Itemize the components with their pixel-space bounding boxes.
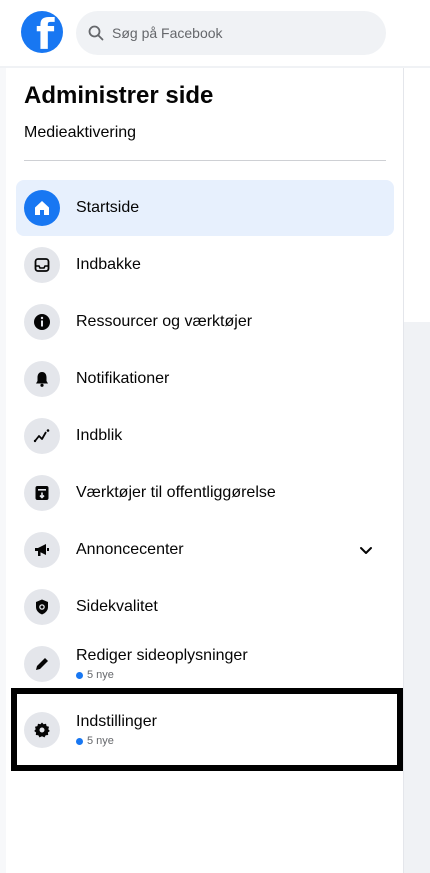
sidebar-item-indblik[interactable]: Indblik: [16, 408, 394, 464]
sidebar-item-label: Sidekvalitet: [76, 598, 158, 615]
info-icon: [24, 304, 60, 340]
main-content-gray: [403, 322, 430, 873]
top-bar: f Søg på Facebook: [0, 0, 430, 66]
separator: [24, 160, 386, 161]
left-edge: [0, 68, 6, 873]
shield-icon: [24, 589, 60, 625]
search-icon: [88, 25, 104, 41]
sidebar-item-rediger[interactable]: Rediger sideoplysninger 5 nye: [16, 636, 394, 692]
pencil-icon: [24, 646, 60, 682]
publishing-tools-icon: [24, 475, 60, 511]
highlight-box: [11, 688, 403, 771]
sidebar-item-annoncecenter[interactable]: Annoncecenter: [16, 522, 394, 578]
page-name[interactable]: Medieaktivering: [24, 124, 136, 142]
badge-text: 5 nye: [87, 669, 114, 681]
bell-icon: [24, 361, 60, 397]
sidebar-item-label: Notifikationer: [76, 370, 170, 387]
sidebar-item-vaerktoejer[interactable]: Værktøjer til offentliggørelse: [16, 465, 394, 521]
sidebar-item-label: Indblik: [76, 427, 123, 444]
sidebar-item-label: Indbakke: [76, 256, 141, 273]
sidebar-item-label: Værktøjer til offentliggørelse: [76, 484, 276, 501]
inbox-icon: [24, 247, 60, 283]
chevron-down-icon[interactable]: [356, 540, 376, 560]
sidebar-item-label: Rediger sideoplysninger: [76, 647, 248, 664]
sidebar-item-label: Annoncecenter: [76, 541, 184, 558]
insights-icon: [24, 418, 60, 454]
page-title: Administrer side: [24, 82, 214, 109]
sidebar-item-sidekvalitet[interactable]: Sidekvalitet: [16, 579, 394, 635]
sidebar-item-notifikationer[interactable]: Notifikationer: [16, 351, 394, 407]
sidebar-item-label: Ressourcer og værktøjer: [76, 313, 253, 330]
sidebar-item-label: Startside: [76, 199, 140, 216]
facebook-logo-icon[interactable]: f: [21, 11, 63, 53]
new-count-badge: 5 nye: [76, 669, 248, 681]
sidebar-item-indbakke[interactable]: Indbakke: [16, 237, 394, 293]
top-divider: [0, 66, 430, 68]
sidebar-item-ressourcer[interactable]: Ressourcer og værktøjer: [16, 294, 394, 350]
megaphone-icon: [24, 532, 60, 568]
search-input[interactable]: Søg på Facebook: [112, 25, 223, 41]
home-icon: [24, 190, 60, 226]
sidebar-item-startside[interactable]: Startside: [16, 180, 394, 236]
blue-dot-icon: [76, 671, 83, 679]
search-bar[interactable]: Søg på Facebook: [76, 11, 386, 55]
